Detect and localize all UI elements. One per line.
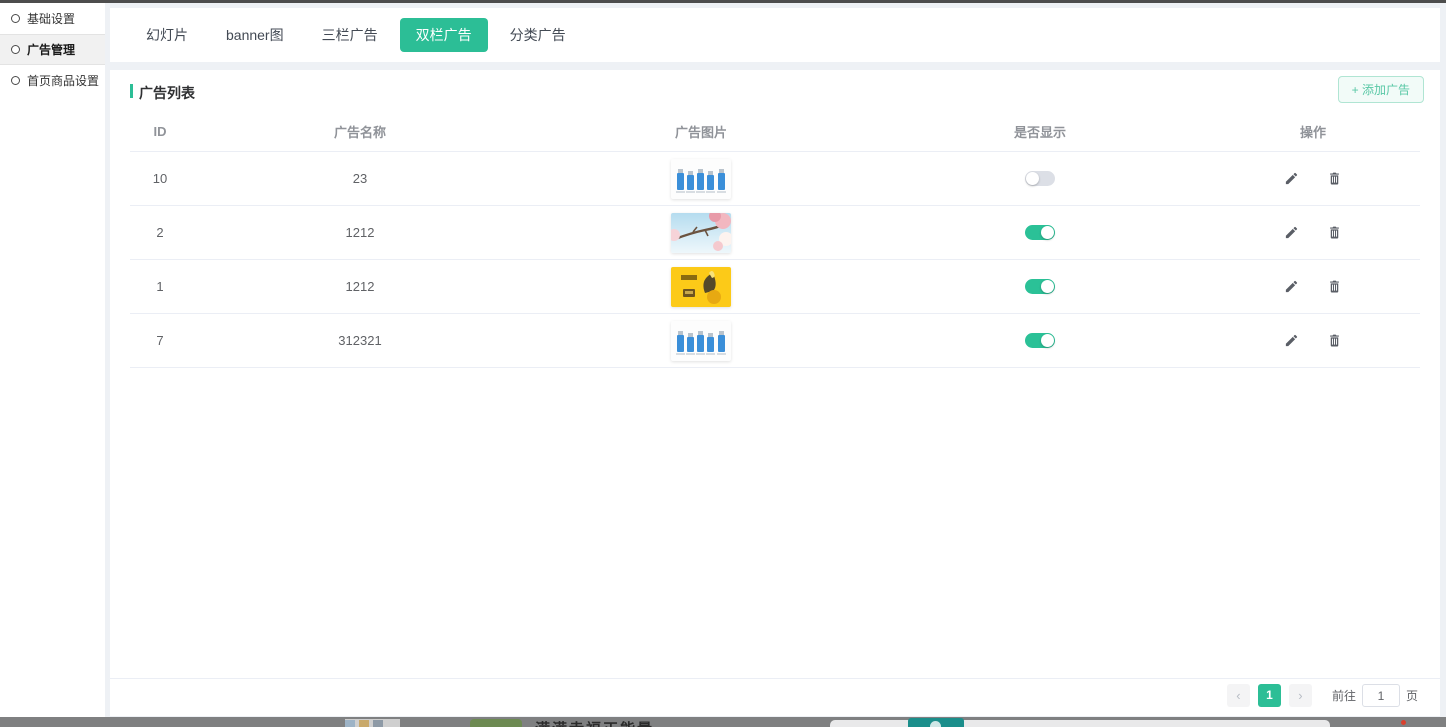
cell-visibility <box>872 333 1208 348</box>
goto-label: 前往 <box>1332 687 1356 704</box>
radio-circle-icon <box>11 76 20 85</box>
edit-button[interactable] <box>1282 223 1301 242</box>
ad-type-tabs: 幻灯片banner图三栏广告双栏广告分类广告 <box>110 8 1440 62</box>
background-plant-image <box>470 719 522 727</box>
header-ad-name: 广告名称 <box>190 122 530 141</box>
delete-button[interactable] <box>1325 277 1344 296</box>
trash-icon <box>1327 171 1342 186</box>
background-teal-button <box>908 718 964 727</box>
edit-button[interactable] <box>1282 277 1301 296</box>
next-page-button[interactable]: › <box>1289 684 1312 707</box>
cell-id: 2 <box>130 225 190 240</box>
trash-icon <box>1327 333 1342 348</box>
page-unit-label: 页 <box>1406 687 1418 704</box>
background-card <box>830 720 1330 727</box>
pencil-icon <box>1284 279 1299 294</box>
page-input[interactable] <box>1362 684 1400 707</box>
top-border-line <box>0 0 1446 3</box>
background-red-dot <box>1401 720 1406 725</box>
visibility-toggle-on[interactable] <box>1025 279 1055 294</box>
ad-management-page: 基础设置广告管理首页商品设置 幻灯片banner图三栏广告双栏广告分类广告 广告… <box>0 0 1446 727</box>
panel-header: 广告列表 + 添加广告 <box>110 70 1440 112</box>
edit-button[interactable] <box>1282 169 1301 188</box>
cell-actions <box>1208 331 1418 350</box>
visibility-toggle-off[interactable] <box>1025 171 1055 186</box>
settings-sidebar: 基础设置广告管理首页商品设置 <box>0 3 105 717</box>
delete-button[interactable] <box>1325 223 1344 242</box>
table-row-3: 7312321 <box>130 314 1420 368</box>
pagination-bar: ‹ 1 › 前往 页 <box>110 678 1440 712</box>
table-body: 102321212112127312321 <box>110 152 1440 368</box>
cell-ad-image <box>530 213 872 253</box>
sidebar-item-label: 基础设置 <box>27 10 75 27</box>
cherry-blossom-thumbnail <box>671 213 731 253</box>
cell-ad-name: 1212 <box>190 225 530 240</box>
delete-button[interactable] <box>1325 331 1344 350</box>
tab-3-active[interactable]: 双栏广告 <box>400 18 488 52</box>
cell-visibility <box>872 279 1208 294</box>
blue-bottles-product-thumbnail <box>671 159 731 199</box>
table-row-1: 21212 <box>130 206 1420 260</box>
pencil-icon <box>1284 333 1299 348</box>
prev-page-button[interactable]: ‹ <box>1227 684 1250 707</box>
table-row-0: 1023 <box>130 152 1420 206</box>
sidebar-item-0[interactable]: 基础设置 <box>0 3 105 34</box>
cell-id: 10 <box>130 171 190 186</box>
table-row-2: 11212 <box>130 260 1420 314</box>
header-id: ID <box>130 124 190 139</box>
edit-button[interactable] <box>1282 331 1301 350</box>
header-visibility: 是否显示 <box>872 122 1208 141</box>
pencil-icon <box>1284 225 1299 240</box>
header-actions: 操作 <box>1208 122 1418 141</box>
sidebar-item-label: 广告管理 <box>27 41 75 58</box>
trash-icon <box>1327 279 1342 294</box>
tab-0[interactable]: 幻灯片 <box>130 18 204 52</box>
cell-ad-name: 312321 <box>190 333 530 348</box>
cell-visibility <box>872 171 1208 186</box>
page-number-button[interactable]: 1 <box>1258 684 1281 707</box>
tab-2[interactable]: 三栏广告 <box>306 18 394 52</box>
cell-id: 7 <box>130 333 190 348</box>
sidebar-item-1[interactable]: 广告管理 <box>0 34 105 65</box>
cell-actions <box>1208 169 1418 188</box>
cell-ad-image <box>530 321 872 361</box>
radio-circle-icon <box>11 45 20 54</box>
ad-list-panel: 广告列表 + 添加广告 ID 广告名称 广告图片 是否显示 操作 1023212… <box>110 70 1440 716</box>
visibility-toggle-on[interactable] <box>1025 333 1055 348</box>
panel-title: 广告列表 <box>130 83 195 103</box>
background-page-strip: 满满幸福正能量 <box>0 717 1446 727</box>
blue-bottles-product-thumbnail <box>671 321 731 361</box>
pencil-icon <box>1284 171 1299 186</box>
table-header-row: ID 广告名称 广告图片 是否显示 操作 <box>130 112 1420 152</box>
trash-icon <box>1327 225 1342 240</box>
cell-visibility <box>872 225 1208 240</box>
cell-id: 1 <box>130 279 190 294</box>
cell-actions <box>1208 223 1418 242</box>
cell-ad-image <box>530 267 872 307</box>
tab-4[interactable]: 分类广告 <box>494 18 582 52</box>
radio-circle-icon <box>11 14 20 23</box>
yellow-cosmetics-ad-thumbnail <box>671 267 731 307</box>
add-ad-button[interactable]: + 添加广告 <box>1338 76 1424 103</box>
cell-actions <box>1208 277 1418 296</box>
background-slogan-text: 满满幸福正能量 <box>535 718 654 727</box>
cell-ad-name: 1212 <box>190 279 530 294</box>
cell-ad-image <box>530 159 872 199</box>
sidebar-item-2[interactable]: 首页商品设置 <box>0 65 105 96</box>
header-ad-image: 广告图片 <box>530 122 872 141</box>
delete-button[interactable] <box>1325 169 1344 188</box>
tab-1[interactable]: banner图 <box>210 18 300 52</box>
visibility-toggle-on[interactable] <box>1025 225 1055 240</box>
background-thumbnails <box>345 719 400 727</box>
sidebar-item-label: 首页商品设置 <box>27 72 99 89</box>
cell-ad-name: 23 <box>190 171 530 186</box>
